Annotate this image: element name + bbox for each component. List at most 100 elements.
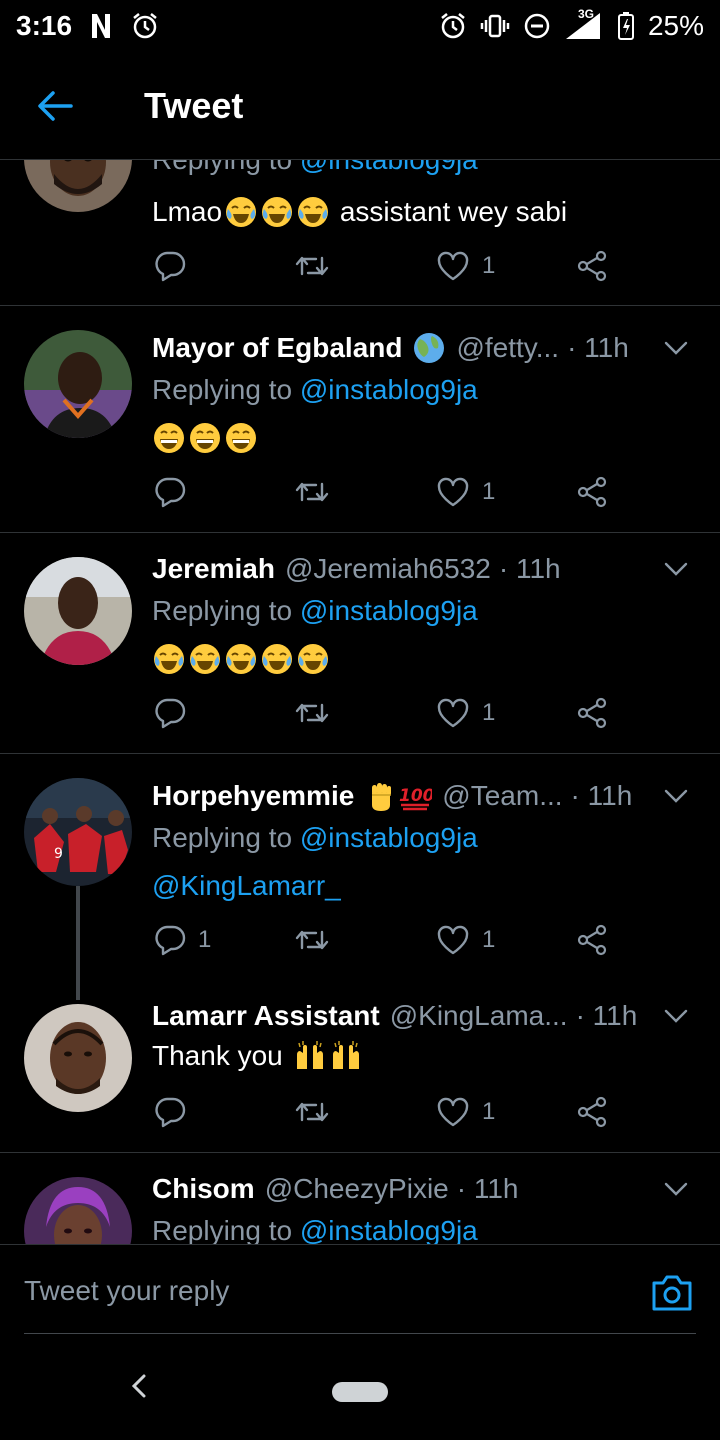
home-pill[interactable] (332, 1382, 388, 1402)
tweet-time: · 11h (498, 553, 561, 584)
share-icon (577, 697, 607, 729)
like-button[interactable]: 1 (436, 246, 495, 286)
back-button[interactable] (0, 52, 110, 160)
retweet-button[interactable] (294, 246, 330, 286)
status-time: 3:16 (16, 10, 73, 41)
avatar[interactable] (24, 1004, 132, 1112)
avatar[interactable]: 9 (24, 778, 132, 886)
retweet-icon (295, 256, 329, 276)
author-handle[interactable]: @KingLama... (390, 1000, 568, 1032)
tweet-item[interactable]: Chisom @CheezyPixie · 11h Replying to @i… (0, 1153, 720, 1244)
reply-button[interactable]: 1 (154, 920, 211, 960)
reply-icon (155, 477, 186, 508)
camera-button[interactable] (650, 1273, 694, 1313)
tears-of-joy-emoji (296, 195, 330, 229)
author-name[interactable]: Chisom (152, 1173, 255, 1205)
tweet-meta: Horpehyemmie 100 @Team... · 11h (152, 776, 692, 816)
alarm-icon (130, 11, 160, 41)
author-name[interactable]: Horpehyemmie (152, 780, 354, 812)
avatar[interactable] (24, 330, 132, 438)
tweet-actions: 1 (152, 693, 632, 733)
heart-icon (437, 698, 469, 728)
reply-composer: Tweet your reply (0, 1244, 720, 1335)
raising-hands-emoji (329, 1039, 363, 1073)
like-button[interactable]: 1 (436, 920, 495, 960)
retweet-button[interactable] (294, 920, 330, 960)
author-handle[interactable]: @fetty... (456, 332, 559, 364)
author-name[interactable]: Mayor of Egbaland (152, 332, 402, 364)
replies-feed[interactable]: Replying to @instablog9ja Lmao assistant… (0, 160, 720, 1244)
raising-hands-emoji (293, 1039, 327, 1073)
share-button[interactable] (576, 693, 608, 733)
tweet-item[interactable]: Replying to @instablog9ja Lmao assistant… (0, 160, 720, 306)
like-button[interactable]: 1 (436, 472, 495, 512)
tweet-meta: Chisom @CheezyPixie · 11h (152, 1169, 692, 1209)
avatar[interactable] (24, 160, 132, 212)
share-button[interactable] (576, 472, 608, 512)
retweet-button[interactable] (294, 472, 330, 512)
author-handle[interactable]: @CheezyPixie (265, 1173, 449, 1205)
tweet-item[interactable]: Lamarr Assistant @KingLama... · 11h Than… (0, 980, 720, 1152)
reply-button[interactable] (154, 1092, 186, 1132)
reply-to-mention[interactable]: @instablog9ja (300, 374, 478, 405)
reply-to-mention[interactable]: @instablog9ja (300, 1215, 478, 1244)
retweet-button[interactable] (294, 1092, 330, 1132)
nav-back-icon[interactable] (124, 1368, 154, 1404)
like-button[interactable]: 1 (436, 693, 495, 733)
mention-link[interactable]: @KingLamarr_ (152, 870, 341, 902)
tweet-actions: 1 (152, 472, 632, 512)
reply-input[interactable]: Tweet your reply (24, 1275, 229, 1307)
author-name[interactable]: Lamarr Assistant (152, 1000, 380, 1032)
like-count: 1 (482, 699, 496, 726)
tears-of-joy-emoji (152, 642, 186, 676)
chevron-down-icon[interactable] (660, 780, 692, 812)
author-handle[interactable]: @Jeremiah6532 (285, 553, 491, 585)
retweet-icon (295, 482, 329, 502)
network-type: 3G (577, 7, 594, 21)
reply-to-mention[interactable]: @instablog9ja (300, 595, 478, 626)
netflix-notification-icon (86, 11, 116, 41)
tweet-text (152, 639, 330, 679)
tweet-meta: Lamarr Assistant @KingLama... · 11h (152, 996, 692, 1036)
tweet-time: · 11h (567, 332, 629, 363)
share-icon (577, 250, 607, 282)
author-handle[interactable]: @Team... (442, 780, 562, 812)
chevron-down-icon[interactable] (660, 1173, 692, 1205)
reply-to-mention[interactable]: @instablog9ja (300, 160, 478, 175)
tweet-item[interactable]: 9 Horpehyemmie 100 @Team... · 11h Replyi… (0, 754, 720, 1000)
alarm-icon (438, 11, 468, 41)
arrow-left-icon (38, 90, 73, 121)
author-name[interactable]: Jeremiah (152, 553, 275, 585)
tears-of-joy-emoji (296, 642, 330, 676)
retweet-button[interactable] (294, 693, 330, 733)
tweet-time: · 11h (570, 780, 633, 811)
svg-text:9: 9 (54, 846, 63, 862)
reply-button[interactable] (154, 472, 186, 512)
tweet-actions: 1 (152, 246, 632, 286)
like-count: 1 (482, 1098, 496, 1125)
replying-to: Replying to @instablog9ja (152, 374, 478, 405)
chevron-down-icon[interactable] (660, 1000, 692, 1032)
chevron-down-icon[interactable] (660, 553, 692, 585)
replying-to: Replying to @instablog9ja (152, 595, 478, 626)
reply-to-mention[interactable]: @instablog9ja (300, 822, 478, 853)
tweet-item[interactable]: Jeremiah @Jeremiah6532 · 11h Replying to… (0, 533, 720, 753)
grinning-face-emoji (152, 421, 186, 455)
system-nav-bar (0, 1334, 720, 1440)
heart-icon (437, 477, 469, 507)
share-button[interactable] (576, 1092, 608, 1132)
page-title: Tweet (144, 84, 244, 126)
like-button[interactable]: 1 (436, 1092, 495, 1132)
chevron-down-icon[interactable] (660, 332, 692, 364)
avatar[interactable] (24, 1177, 132, 1244)
avatar[interactable] (24, 557, 132, 665)
share-button[interactable] (576, 246, 608, 286)
reply-button[interactable] (154, 693, 186, 733)
share-icon (577, 476, 607, 508)
share-button[interactable] (576, 920, 608, 960)
reply-button[interactable] (154, 246, 186, 286)
camera-icon (652, 1275, 692, 1311)
tweet-item[interactable]: Mayor of Egbaland @fetty... · 11h Replyi… (0, 306, 720, 532)
tweet-text (152, 418, 258, 458)
tweet-time: · 11h (575, 1000, 638, 1031)
